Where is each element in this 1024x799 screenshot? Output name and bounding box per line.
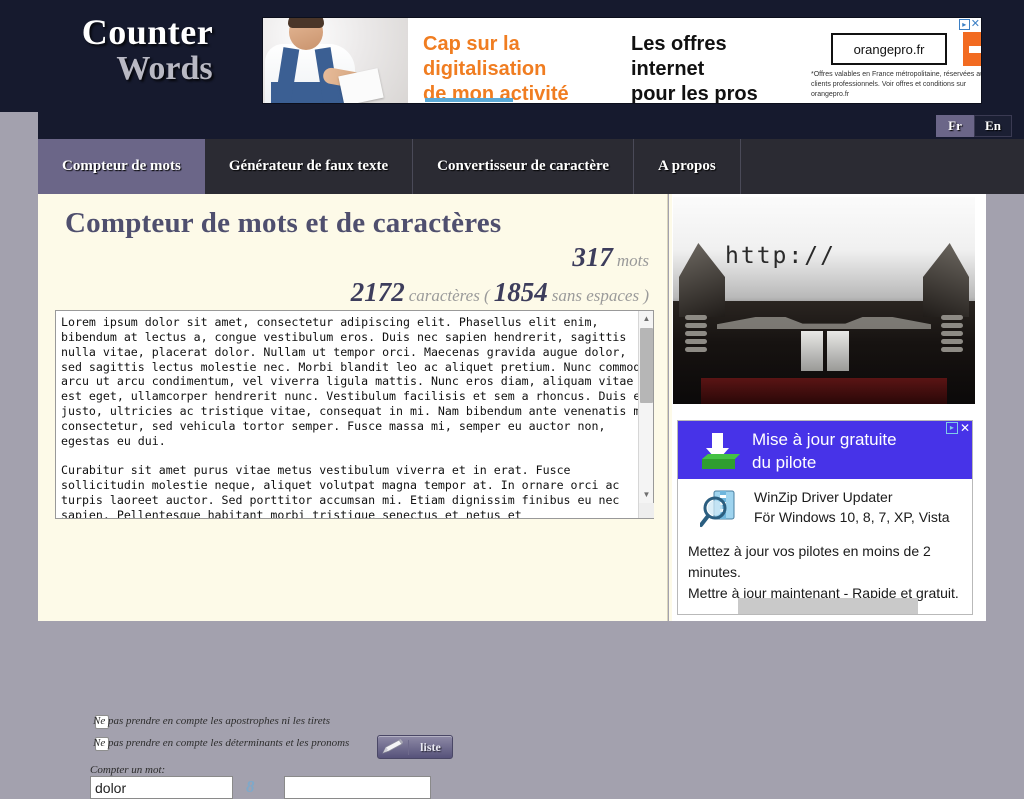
char-nospace-value: 1854 [493, 277, 548, 307]
close-icon[interactable]: ✕ [960, 422, 970, 434]
typewriter-key [801, 331, 823, 371]
logo-line-1: Counter [81, 12, 214, 52]
sidebar-ad-title: Mise à jour gratuite du pilote [752, 430, 897, 472]
typewriter-ribbon [701, 378, 947, 404]
page-title: Compteur de mots et de caractères [65, 207, 502, 239]
page-root: Counter Words Cap sur la digitalisation … [0, 0, 1024, 799]
winzip-magnifier-icon [699, 487, 742, 529]
language-en-button[interactable]: En [974, 115, 1012, 137]
top-banner-ad[interactable]: Cap sur la digitalisation de mon activit… [262, 17, 982, 104]
pencil-icon [378, 739, 408, 755]
tab-generateur-de-faux-texte[interactable]: Générateur de faux texte [205, 139, 414, 194]
ad-headline-orange: Cap sur la digitalisation de mon activit… [423, 33, 569, 104]
count-word-result: 8 [246, 777, 255, 796]
sidebar-ad[interactable]: Mise à jour gratuite du pilote ▸ ✕ WinZi… [677, 420, 973, 615]
download-arrow-icon [700, 431, 740, 471]
word-counter-row: 317 mots [351, 242, 649, 273]
adchoices-triangle-icon[interactable]: ▸ [945, 422, 958, 434]
ad-photo [263, 18, 408, 103]
liste-button-label: liste [408, 739, 452, 755]
ad-fine-print: *Offres valables en France métropolitain… [811, 71, 982, 99]
sidebar: http:// Mise à jour gratuite du pilote ▸… [669, 194, 986, 621]
textarea-scrollbar[interactable]: ▲ ▼ [638, 311, 654, 518]
orange-brand-mark-icon [963, 32, 981, 66]
typewriter-image: http:// [673, 197, 975, 404]
char-count-label: caractères ( [408, 286, 490, 305]
site-logo[interactable]: Counter Words [40, 14, 255, 86]
tab-list: Compteur de mots Générateur de faux text… [38, 139, 1024, 194]
tab-filler [741, 139, 1024, 194]
label-ignore-determinants: Ne pas prendre en compte les déterminant… [93, 737, 350, 749]
navigation-bar: Fr En Compteur de mots Générateur de fau… [38, 112, 1024, 194]
sidebar-ad-product-text: WinZip Driver Updater För Windows 10, 8,… [754, 487, 950, 528]
count-word-label: Compter un mot: [90, 764, 166, 776]
scroll-up-arrow-icon[interactable]: ▲ [639, 311, 654, 326]
count-word-input[interactable] [90, 776, 233, 799]
scroll-down-arrow-icon[interactable]: ▼ [639, 487, 654, 502]
sidebar-divider [669, 194, 672, 621]
ad-underline-rule [425, 98, 513, 102]
tab-a-propos[interactable]: A propos [634, 139, 741, 194]
text-input-area: ▲ ▼ [55, 310, 654, 519]
sidebar-ad-platforms: För Windows 10, 8, 7, XP, Vista [754, 509, 950, 526]
language-fr-button[interactable]: Fr [936, 115, 974, 137]
ad-headline-black: Les offres internet pour les pros [631, 33, 758, 104]
sidebar-ad-cta-button[interactable] [738, 598, 918, 614]
count-word-secondary-input[interactable] [284, 776, 431, 799]
word-count-value: 317 [572, 242, 613, 272]
close-icon[interactable]: ✕ [971, 19, 980, 30]
adchoices-triangle-icon[interactable]: ▸ [958, 19, 970, 30]
left-gutter [0, 194, 38, 621]
label-ignore-apostrophes: Ne pas prendre en compte les apostrophes… [93, 715, 330, 727]
char-count-value: 2172 [350, 277, 405, 307]
typewriter-key [827, 331, 849, 371]
counters: 317 mots 2172 caractères ( 1854 sans esp… [351, 242, 649, 308]
sidebar-ad-header: Mise à jour gratuite du pilote ▸ ✕ [678, 421, 972, 479]
resize-grip-icon[interactable] [639, 503, 654, 518]
character-counter-row: 2172 caractères ( 1854 sans espaces ) [351, 277, 649, 308]
word-count-label: mots [616, 251, 649, 270]
tab-convertisseur-de-caractere[interactable]: Convertisseur de caractère [413, 139, 635, 194]
sidebar-ad-product-row: WinZip Driver Updater För Windows 10, 8,… [678, 479, 972, 539]
header-band: Counter Words Cap sur la digitalisation … [0, 0, 1024, 112]
typewriter-text: http:// [725, 243, 836, 269]
adchoices-controls[interactable]: ▸ ✕ [958, 19, 980, 30]
main-content: Compteur de mots et de caractères 317 mo… [38, 194, 668, 799]
liste-button[interactable]: liste [377, 735, 453, 759]
sidebar-ad-body-line-1: Mettez à jour vos pilotes en moins de 2 … [688, 543, 931, 580]
typewriter-coil-left [685, 315, 707, 359]
sidebar-adchoices-controls[interactable]: ▸ ✕ [945, 422, 970, 434]
tab-compteur-de-mots[interactable]: Compteur de mots [38, 139, 205, 194]
typewriter-coil-right [941, 315, 963, 359]
right-gutter [986, 194, 1024, 621]
logo-line-2: Words [116, 50, 213, 87]
char-nospace-label: sans espaces ) [551, 286, 649, 305]
scrollbar-thumb[interactable] [640, 328, 653, 403]
text-input[interactable] [55, 310, 654, 519]
sidebar-ad-body: Mettez à jour vos pilotes en moins de 2 … [688, 541, 972, 604]
sidebar-ad-product-name: WinZip Driver Updater [754, 489, 893, 505]
language-switcher: Fr En [936, 115, 1012, 137]
ad-advertiser-logo[interactable]: orangepro.fr [831, 33, 947, 65]
